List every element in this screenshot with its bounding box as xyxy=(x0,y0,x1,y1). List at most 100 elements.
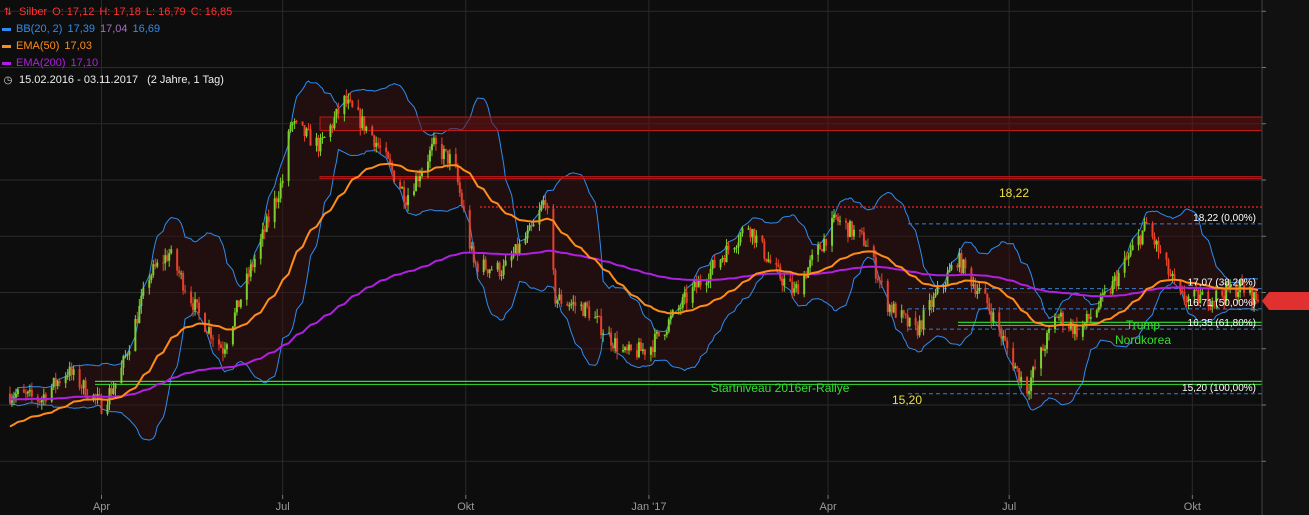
candle-body xyxy=(415,176,418,192)
candle-body xyxy=(1183,291,1186,301)
candle-body xyxy=(462,205,465,211)
candle-body xyxy=(208,327,211,334)
candle-body xyxy=(582,304,585,317)
candle-body xyxy=(357,106,360,111)
fib-label: 17,07 (38,20%) xyxy=(1188,278,1256,289)
candle-body xyxy=(727,245,730,250)
candle-body xyxy=(1193,289,1196,297)
fib-label: 16,35 (61,80%) xyxy=(1188,318,1256,329)
candle-body xyxy=(114,383,117,389)
candle-body xyxy=(948,269,951,273)
candle-body xyxy=(1157,240,1160,252)
candle-body xyxy=(641,349,644,352)
fib-label: 16,71 (50,00%) xyxy=(1188,298,1256,309)
candle-body xyxy=(293,120,296,124)
candle-body xyxy=(1131,245,1134,251)
candle-body xyxy=(446,150,449,164)
candle-body xyxy=(825,238,828,246)
candle-body xyxy=(635,350,638,358)
candle-body xyxy=(986,293,989,304)
candle-body xyxy=(261,229,264,239)
label-peak-1822: 18,22 xyxy=(999,186,1029,200)
candle-body xyxy=(233,312,236,327)
candle-body xyxy=(1137,235,1140,246)
candle-body xyxy=(1237,292,1240,297)
candle-body xyxy=(1087,314,1090,319)
candle-body xyxy=(319,138,322,152)
candle-body xyxy=(683,292,686,298)
candle-body xyxy=(837,217,840,222)
period-range: 15.02.2016 - 03.11.2017 xyxy=(19,74,139,86)
candle-body xyxy=(223,349,226,354)
candle-body xyxy=(393,170,396,182)
candle-body xyxy=(560,294,563,304)
candle-body xyxy=(359,110,362,129)
candle-body xyxy=(176,249,179,271)
candle-body xyxy=(850,221,853,237)
candle-body xyxy=(182,273,185,291)
candle-body xyxy=(1221,290,1224,296)
candle-body xyxy=(14,394,17,398)
candle-body xyxy=(498,262,501,277)
candle-body xyxy=(347,99,350,104)
candle-body xyxy=(610,332,613,346)
ema50-value: 17,03 xyxy=(64,40,92,52)
candle-body xyxy=(1089,317,1092,319)
candle-body xyxy=(811,254,814,260)
candle-body xyxy=(263,229,266,232)
candle-body xyxy=(502,265,505,276)
label-startniveau: Startniveau 2016er-Rallye xyxy=(711,381,850,395)
candle-body xyxy=(321,137,324,139)
candle-body xyxy=(301,121,304,126)
bb-label: BB(20, 2) xyxy=(16,23,63,35)
candle-body xyxy=(1095,310,1098,318)
candle-body xyxy=(315,137,318,146)
candle-body xyxy=(574,302,577,306)
candle-body xyxy=(305,128,308,137)
candle-body xyxy=(120,367,123,384)
candle-body xyxy=(401,187,404,189)
candle-body xyxy=(1002,336,1005,339)
candle-body xyxy=(908,317,911,327)
candle-body xyxy=(685,292,688,303)
candle-body xyxy=(584,302,587,317)
candle-body xyxy=(958,253,961,268)
candle-body xyxy=(1113,276,1116,282)
candle-body xyxy=(309,129,312,146)
candle-body xyxy=(998,312,1001,331)
candle-body xyxy=(970,268,973,286)
candle-body xyxy=(765,258,768,262)
candle-body xyxy=(990,310,993,322)
candle-body xyxy=(1081,324,1084,337)
candle-body xyxy=(343,95,346,115)
candle-body xyxy=(862,232,865,246)
candle-body xyxy=(1151,223,1154,237)
candle-body xyxy=(140,295,143,306)
candle-body xyxy=(1101,293,1104,295)
candle-body xyxy=(763,241,766,259)
candle-body xyxy=(448,154,451,164)
candle-body xyxy=(902,310,905,314)
candle-body xyxy=(419,176,422,182)
candle-body xyxy=(289,124,292,132)
open-value: O: 17,12 xyxy=(52,6,95,18)
candle-body xyxy=(753,229,756,243)
candle-body xyxy=(458,182,461,193)
candle-body xyxy=(570,303,573,306)
candle-body xyxy=(166,255,169,261)
bb-mid: 17,04 xyxy=(100,23,128,35)
candle-body xyxy=(892,303,895,313)
candle-body xyxy=(470,246,473,249)
clock-icon: ◷ xyxy=(3,75,13,86)
candle-body xyxy=(723,258,726,263)
candle-body xyxy=(417,176,420,182)
candle-body xyxy=(217,339,220,345)
candle-body xyxy=(677,307,680,311)
candle-body xyxy=(70,366,73,375)
candle-body xyxy=(440,144,443,160)
candle-body xyxy=(880,280,883,282)
candle-body xyxy=(858,229,861,232)
candle-body xyxy=(1048,329,1051,333)
candle-body xyxy=(122,356,125,368)
candle-body xyxy=(26,391,29,394)
